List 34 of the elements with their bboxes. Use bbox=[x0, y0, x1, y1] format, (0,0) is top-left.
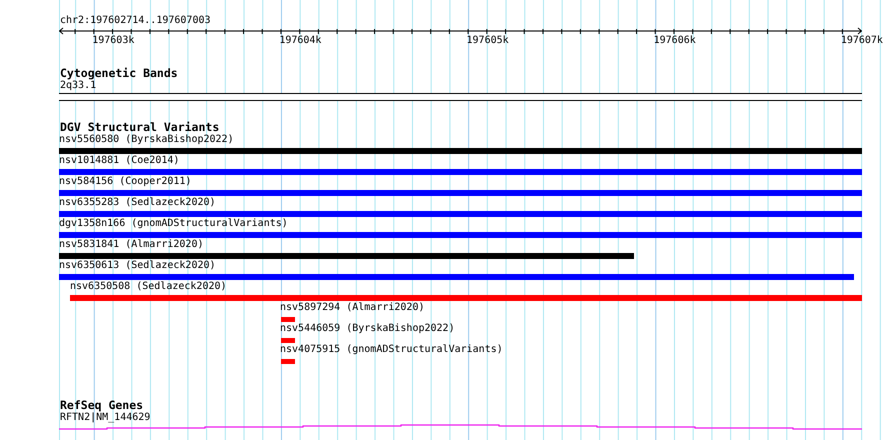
variant-bar[interactable] bbox=[59, 211, 862, 217]
gene-line[interactable] bbox=[59, 424, 862, 430]
variant-bar[interactable] bbox=[59, 274, 854, 280]
variant-label: nsv5446059 (ByrskaBishop2022) bbox=[280, 323, 455, 335]
variant-label: nsv5560580 (ByrskaBishop2022) bbox=[59, 134, 234, 146]
track-title: RefSeq Genes bbox=[60, 399, 144, 412]
track-title: Cytogenetic Bands bbox=[60, 67, 179, 80]
variant-bar[interactable] bbox=[59, 232, 862, 238]
ruler-tick-label: 197603k bbox=[92, 35, 134, 47]
variant-label: nsv5831841 (Almarri2020) bbox=[59, 239, 204, 251]
variant-bar[interactable] bbox=[70, 295, 862, 301]
ruler-tick-label: 197606k bbox=[654, 35, 696, 47]
variant-bar[interactable] bbox=[281, 338, 295, 343]
variant-bar[interactable] bbox=[59, 253, 634, 259]
variant-label: nsv584156 (Cooper2011) bbox=[59, 176, 192, 188]
variant-label: nsv5897294 (Almarri2020) bbox=[280, 302, 424, 314]
variant-bar[interactable] bbox=[59, 190, 862, 196]
variant-label: nsv6355283 (Sedlazeck2020) bbox=[59, 197, 216, 209]
position-label: chr2:197602714..197607003 bbox=[60, 15, 212, 27]
band-label: 2q33.1 bbox=[60, 80, 96, 92]
variant-bar[interactable] bbox=[59, 169, 862, 175]
ruler-tick-label: 197605k bbox=[466, 35, 509, 47]
track-title: DGV Structural Variants bbox=[60, 121, 220, 134]
ruler-tick-label: 197607k bbox=[840, 35, 883, 47]
variant-label: dgv1358n166 (gnomADStructuralVariants) bbox=[59, 218, 288, 230]
variant-label: nsv6350508 (Sedlazeck2020) bbox=[70, 281, 227, 293]
variant-bar[interactable] bbox=[281, 317, 295, 322]
variant-bar[interactable] bbox=[281, 359, 295, 364]
variant-label: nsv1014881 (Coe2014) bbox=[59, 155, 180, 167]
variant-label: nsv6350613 (Sedlazeck2020) bbox=[59, 260, 216, 272]
gene-label: RFTN2|NM_144629 bbox=[60, 412, 150, 424]
variant-bar[interactable] bbox=[59, 148, 862, 154]
variant-label: nsv4075915 (gnomADStructuralVariants) bbox=[280, 344, 503, 356]
ruler-tick-label: 197604k bbox=[279, 35, 322, 47]
